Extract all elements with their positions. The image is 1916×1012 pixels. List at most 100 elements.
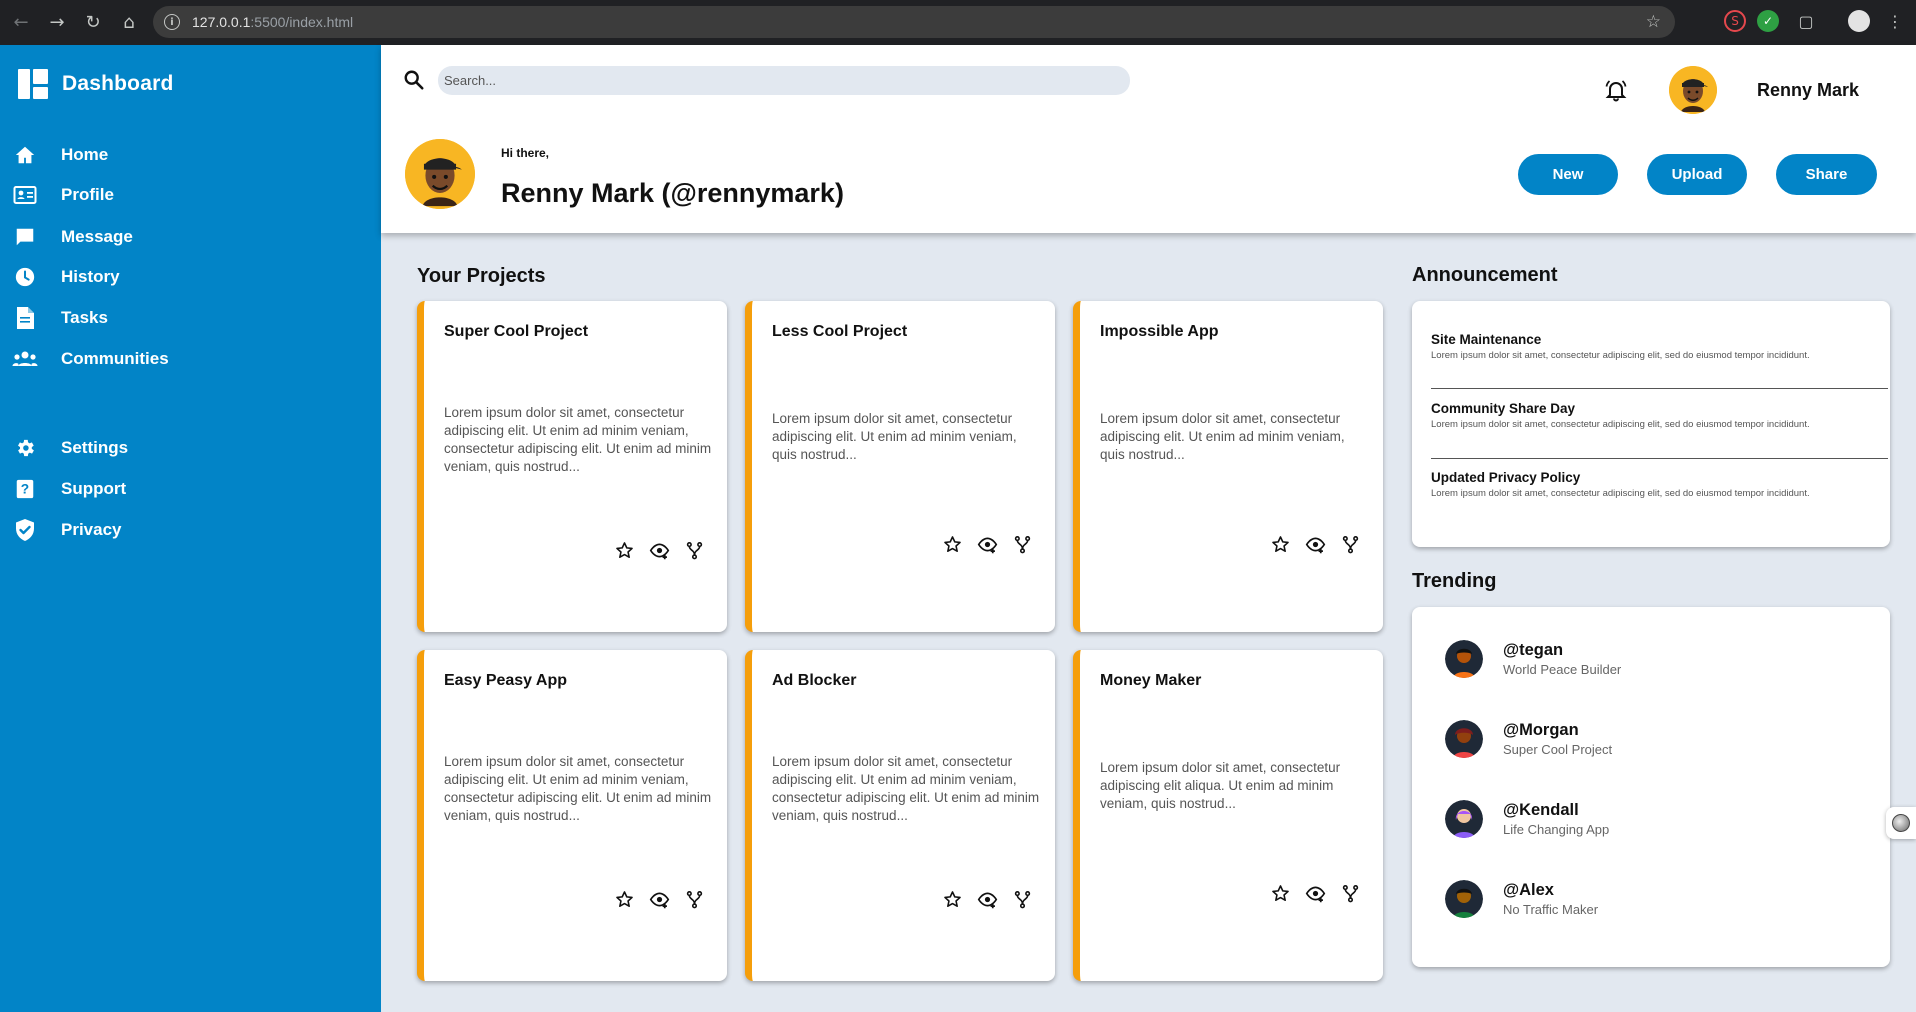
fork-icon[interactable]: [1012, 534, 1033, 555]
document-icon: [12, 305, 38, 331]
browser-toolbar: ← → ↻ ⌂ i 127.0.0.1:5500/index.html ☆ S …: [0, 0, 1916, 45]
sidebar-item-history[interactable]: History: [12, 262, 120, 292]
fork-icon[interactable]: [1012, 889, 1033, 910]
profile-avatar-icon[interactable]: [1848, 10, 1870, 32]
scroll-handle[interactable]: [1886, 807, 1916, 839]
project-actions: [942, 889, 1033, 910]
bell-icon[interactable]: [1604, 78, 1628, 106]
svg-text:?: ?: [21, 482, 29, 497]
project-title: Ad Blocker: [772, 672, 857, 689]
watch-icon[interactable]: [977, 534, 998, 555]
watch-icon[interactable]: [977, 889, 998, 910]
announcement-title: Announcement: [1412, 264, 1558, 286]
menu-kebab-icon[interactable]: ⋮: [1884, 10, 1906, 32]
sidebar-item-label: Privacy: [61, 520, 122, 539]
star-icon[interactable]: [1270, 534, 1291, 555]
forward-arrow-icon[interactable]: →: [42, 8, 72, 38]
home-icon: [12, 142, 38, 168]
dashboard-logo-icon: [18, 69, 48, 99]
star-icon[interactable]: [614, 540, 635, 561]
project-title: Easy Peasy App: [444, 672, 568, 689]
sidebar-item-tasks[interactable]: Tasks: [12, 303, 108, 333]
sidebar: Dashboard Home Profile Message History T…: [0, 45, 381, 1012]
watch-icon[interactable]: [1305, 534, 1326, 555]
sidebar-item-label: Communities: [61, 349, 169, 368]
project-actions: [614, 540, 705, 561]
project-card-super-cool-project[interactable]: Super Cool Project Lorem ipsum dolor sit …: [417, 301, 727, 632]
new-button[interactable]: New: [1518, 154, 1618, 195]
shield-icon: [12, 517, 38, 543]
projects-title: Your Projects: [417, 265, 546, 287]
project-title: Less Cool Project: [772, 323, 908, 340]
sidebar-item-label: Settings: [61, 438, 129, 457]
chat-icon: [12, 224, 38, 250]
url-text[interactable]: 127.0.0.1:5500/index.html: [192, 14, 353, 30]
share-button[interactable]: Share: [1776, 154, 1877, 195]
trending-title: Trending: [1412, 570, 1497, 592]
project-card-money-maker[interactable]: Money Maker Lorem ipsum dolor sit amet, c…: [1073, 650, 1383, 981]
project-card-impossible-app[interactable]: Impossible App Lorem ipsum dolor sit amet…: [1073, 301, 1383, 632]
fork-icon[interactable]: [684, 889, 705, 910]
back-arrow-icon[interactable]: ←: [6, 8, 36, 38]
users-icon: [12, 346, 38, 372]
sidebar-item-profile[interactable]: Profile: [12, 180, 114, 210]
star-icon[interactable]: [942, 889, 963, 910]
sidebar-item-privacy[interactable]: Privacy: [12, 515, 122, 545]
watch-icon[interactable]: [649, 889, 670, 910]
info-icon[interactable]: i: [164, 14, 180, 30]
profile-avatar: [405, 139, 475, 209]
trending-panel: @tegan World Peace Builder @Morgan Super C…: [1412, 607, 1890, 967]
check-extension-icon[interactable]: ✓: [1757, 10, 1779, 32]
sidebar-item-communities[interactable]: Communities: [12, 344, 169, 374]
sidebar-item-label: Tasks: [61, 308, 108, 327]
avatar[interactable]: [1669, 66, 1717, 114]
fork-icon[interactable]: [684, 540, 705, 561]
sidebar-item-support[interactable]: ? Support: [12, 474, 126, 504]
search-icon[interactable]: [403, 69, 425, 95]
bookmark-star-icon[interactable]: ☆: [1646, 12, 1661, 32]
project-card-easy-peasy-app[interactable]: Easy Peasy App Lorem ipsum dolor sit amet…: [417, 650, 727, 981]
sidebar-item-settings[interactable]: Settings: [12, 433, 128, 463]
avatar: [1445, 640, 1483, 678]
avatar: [1445, 880, 1483, 918]
reload-icon[interactable]: ↻: [78, 8, 108, 38]
announcement-item[interactable]: Updated Privacy Policy Lorem ipsum dolor…: [1431, 470, 1871, 500]
search-input[interactable]: [438, 66, 1130, 95]
sidebar-item-label: Support: [61, 479, 127, 498]
project-title: Money Maker: [1100, 672, 1202, 689]
watch-icon[interactable]: [649, 540, 670, 561]
project-actions: [614, 889, 705, 910]
shield-extension-icon[interactable]: S: [1724, 10, 1746, 32]
star-icon[interactable]: [614, 889, 635, 910]
sidebar-item-message[interactable]: Message: [12, 222, 133, 252]
announcement-item[interactable]: Site Maintenance Lorem ipsum dolor sit a…: [1431, 332, 1871, 362]
watch-icon[interactable]: [1305, 883, 1326, 904]
user-name[interactable]: Renny Mark: [1757, 80, 1859, 101]
sidebar-item-label: Home: [61, 145, 109, 164]
trending-item[interactable]: @Kendall Life Changing App: [1445, 800, 1609, 838]
star-icon[interactable]: [1270, 883, 1291, 904]
sidebar-item-label: Profile: [61, 185, 114, 204]
address-bar[interactable]: i 127.0.0.1:5500/index.html ☆: [153, 6, 1675, 38]
trending-item[interactable]: @Morgan Super Cool Project: [1445, 720, 1612, 758]
project-title: Super Cool Project: [444, 323, 589, 340]
fork-icon[interactable]: [1340, 883, 1361, 904]
sidebar-item-label: Message: [61, 227, 133, 246]
trending-item[interactable]: @Alex No Traffic Maker: [1445, 880, 1598, 918]
avatar: [1445, 800, 1483, 838]
project-card-less-cool-project[interactable]: Less Cool Project Lorem ipsum dolor sit a…: [745, 301, 1055, 632]
project-card-ad-blocker[interactable]: Ad Blocker Lorem ipsum dolor sit amet, co…: [745, 650, 1055, 981]
brand[interactable]: Dashboard: [18, 69, 174, 99]
home-browser-icon[interactable]: ⌂: [114, 8, 144, 38]
trending-item[interactable]: @tegan World Peace Builder: [1445, 640, 1621, 678]
clock-icon: [12, 264, 38, 290]
upload-button[interactable]: Upload: [1647, 154, 1747, 195]
project-description: Lorem ipsum dolor sit amet, consectetur …: [1100, 411, 1345, 462]
fork-icon[interactable]: [1340, 534, 1361, 555]
sidebar-item-home[interactable]: Home: [12, 140, 108, 170]
puzzle-extension-icon[interactable]: ▢: [1795, 10, 1817, 32]
star-icon[interactable]: [942, 534, 963, 555]
announcement-item[interactable]: Community Share Day Lorem ipsum dolor si…: [1431, 401, 1871, 431]
greeting: Hi there,: [501, 146, 550, 160]
project-description: Lorem ipsum dolor sit amet, consectetur …: [772, 754, 1040, 823]
